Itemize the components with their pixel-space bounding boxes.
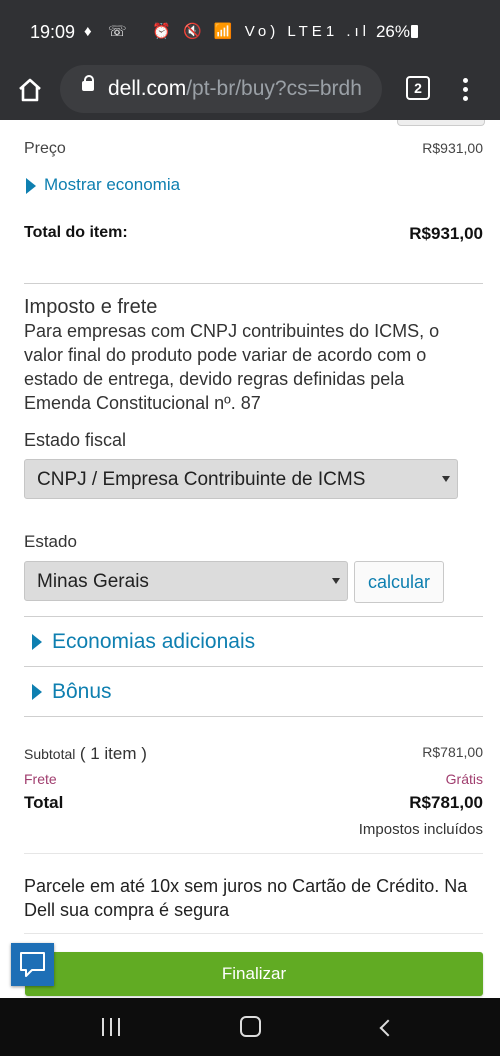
- subtotal-row: Subtotal ( 1 item ) R$781,00: [24, 744, 483, 764]
- checkout-page: Preço R$931,00 Mostrar economia Total do…: [0, 120, 500, 998]
- tab-switcher-button[interactable]: 2: [406, 76, 430, 100]
- show-savings-link[interactable]: Mostrar economia: [26, 175, 180, 195]
- state-select[interactable]: Minas Gerais: [24, 561, 348, 601]
- dropdown-arrow-icon: [332, 578, 340, 584]
- divider: [24, 853, 483, 854]
- system-navigation-bar: [0, 998, 500, 1056]
- tax-section-title: Imposto e frete: [24, 296, 158, 318]
- address-bar[interactable]: dell.com/pt-br/buy?cs=brdh: [60, 65, 382, 113]
- divider: [24, 616, 483, 617]
- item-total-row: Total do item: R$931,00: [24, 224, 483, 244]
- additional-savings-toggle[interactable]: Economias adicionais: [32, 630, 255, 654]
- chat-button[interactable]: [11, 943, 54, 986]
- lock-icon: [82, 75, 94, 91]
- item-total-value: R$931,00: [409, 224, 483, 243]
- system-status-icons: ⏰ 🔇 📶 Vo) LTE1 .ıl: [152, 23, 370, 40]
- divider: [24, 666, 483, 667]
- shipping-row: Frete Grátis: [24, 771, 483, 787]
- total-value: R$781,00: [409, 793, 483, 812]
- bonus-toggle[interactable]: Bônus: [32, 680, 112, 704]
- back-icon[interactable]: [379, 1019, 397, 1037]
- caret-right-icon: [32, 634, 42, 651]
- price-label: Preço: [24, 140, 66, 157]
- recent-apps-icon[interactable]: [102, 1018, 120, 1036]
- previous-button-edge: [397, 120, 485, 126]
- price-value: R$931,00: [422, 140, 483, 156]
- dropdown-arrow-icon: [442, 476, 450, 482]
- divider: [24, 283, 483, 284]
- caret-right-icon: [32, 684, 42, 701]
- shipping-label: Frete: [24, 771, 57, 787]
- url-text: dell.com/pt-br/buy?cs=brdh: [108, 77, 362, 100]
- menu-icon[interactable]: [460, 76, 470, 102]
- home-icon[interactable]: [16, 76, 44, 104]
- price-row: Preço R$931,00: [24, 140, 483, 158]
- status-bar: 19:09 ♦ ☏ ⏰ 🔇 📶 Vo) LTE1 .ıl 26%: [0, 0, 500, 62]
- taxes-included-note: Impostos incluídos: [358, 821, 483, 838]
- fiscal-state-value: CNPJ / Empresa Contribuinte de ICMS: [37, 469, 366, 490]
- state-label: Estado: [24, 532, 77, 551]
- state-value: Minas Gerais: [37, 571, 149, 592]
- subtotal-label: Subtotal ( 1 item ): [24, 744, 147, 763]
- taxes-note-row: Impostos incluídos: [24, 821, 483, 838]
- total-row: Total R$781,00: [24, 793, 483, 813]
- chat-icon: [20, 952, 45, 977]
- status-time: 19:09: [30, 22, 76, 42]
- calculate-button[interactable]: calcular: [354, 561, 444, 603]
- notification-icons: ♦ ☏: [84, 23, 133, 40]
- subtotal-value: R$781,00: [422, 744, 483, 760]
- divider: [24, 716, 483, 717]
- battery-icon: [411, 25, 418, 38]
- home-nav-icon[interactable]: [240, 1016, 261, 1037]
- total-label: Total: [24, 793, 64, 812]
- fiscal-state-label: Estado fiscal: [24, 430, 127, 450]
- tax-description: Para empresas com CNPJ contribuintes do …: [24, 321, 440, 413]
- battery-level: 26%: [375, 22, 410, 41]
- shipping-value: Grátis: [445, 771, 483, 787]
- browser-toolbar: dell.com/pt-br/buy?cs=brdh 2: [0, 62, 500, 120]
- installments-text: Parcele em até 10x sem juros no Cartão d…: [24, 876, 468, 920]
- item-total-label: Total do item:: [24, 224, 128, 241]
- divider: [24, 933, 483, 934]
- fiscal-state-select[interactable]: CNPJ / Empresa Contribuinte de ICMS: [24, 459, 458, 499]
- finalize-button[interactable]: Finalizar: [25, 952, 483, 996]
- caret-right-icon: [26, 177, 36, 194]
